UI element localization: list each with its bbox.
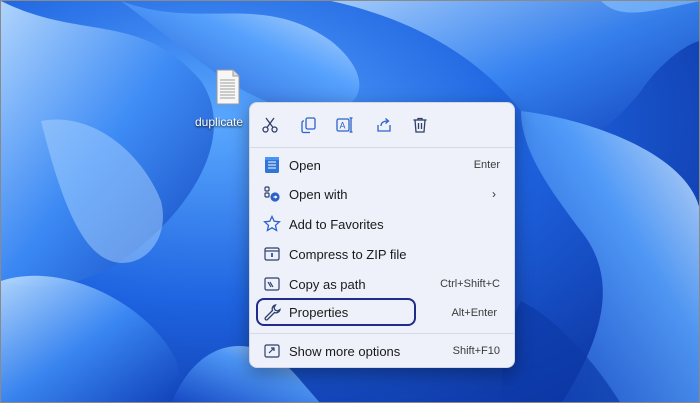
menu-item-label: Compress to ZIP file	[289, 246, 407, 262]
shortcut-text: Alt+Enter	[451, 307, 497, 319]
copy-button[interactable]	[297, 114, 321, 136]
menu-item-copy-as-path[interactable]: Copy as path Ctrl+Shift+C	[254, 270, 512, 298]
text-file-icon	[216, 69, 240, 105]
menu-item-label: Copy as path	[289, 276, 366, 292]
open-with-icon	[262, 184, 282, 204]
menu-item-properties[interactable]: Properties	[256, 298, 416, 326]
rename-button[interactable]: A	[333, 114, 357, 136]
cut-button[interactable]	[258, 114, 282, 136]
desktop: duplicate A Open Enter Open with › Add t…	[0, 0, 700, 403]
menu-separator	[250, 333, 514, 334]
copy-icon	[301, 117, 316, 134]
more-options-icon	[262, 341, 282, 361]
rename-icon: A	[336, 117, 353, 133]
wrench-icon	[262, 302, 282, 322]
delete-button[interactable]	[408, 114, 432, 136]
menu-item-label: Add to Favorites	[289, 216, 384, 232]
chevron-right-icon: ›	[492, 187, 496, 201]
delete-icon	[413, 117, 427, 133]
copy-path-icon	[262, 274, 282, 294]
menu-item-open[interactable]: Open Enter	[254, 151, 512, 179]
svg-text:A: A	[340, 121, 346, 131]
share-icon	[377, 118, 391, 132]
cut-icon	[262, 117, 278, 133]
zip-icon	[262, 244, 282, 264]
menu-item-open-with[interactable]: Open with ›	[254, 180, 512, 208]
share-button[interactable]	[372, 114, 396, 136]
shortcut-text: Enter	[473, 159, 500, 171]
quick-actions-bar: A	[250, 103, 514, 146]
menu-item-add-to-favorites[interactable]: Add to Favorites	[254, 210, 512, 238]
menu-separator	[250, 147, 514, 148]
star-icon	[262, 214, 282, 234]
file-label: duplicate	[195, 115, 244, 129]
context-menu: A Open Enter Open with › Add to Favorite…	[249, 102, 515, 368]
shortcut-text: Ctrl+Shift+C	[440, 278, 500, 290]
menu-item-label: Open	[289, 157, 321, 173]
desktop-file[interactable]: duplicate	[195, 69, 251, 131]
notepad-icon	[262, 155, 282, 175]
menu-item-compress-zip[interactable]: Compress to ZIP file	[254, 240, 512, 268]
menu-item-label: Properties	[289, 304, 349, 320]
shortcut-text: Shift+F10	[452, 345, 500, 357]
menu-item-label: Show more options	[289, 343, 401, 359]
menu-item-show-more-options[interactable]: Show more options Shift+F10	[254, 337, 512, 365]
menu-item-label: Open with	[289, 186, 348, 202]
